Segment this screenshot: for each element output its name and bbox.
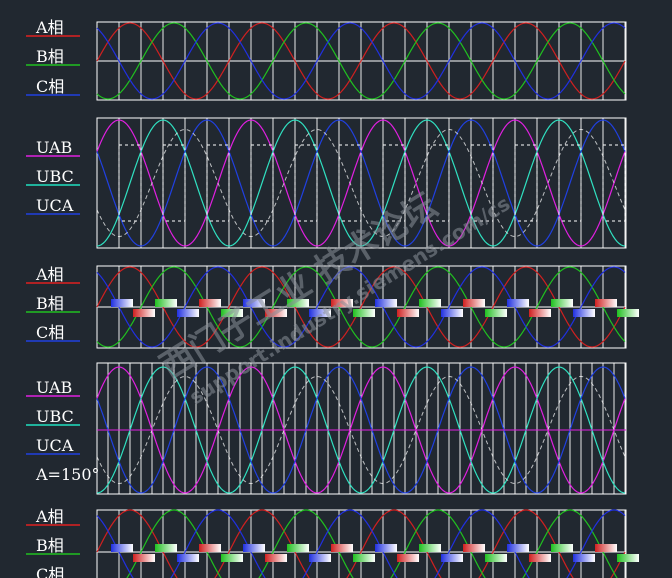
label-phase-3-2: C相	[36, 565, 64, 578]
pulse-block	[441, 309, 463, 317]
pulse-block	[419, 544, 441, 552]
pulse-block	[463, 299, 485, 307]
pulse-block	[595, 299, 617, 307]
pulse-block	[441, 554, 463, 562]
label-phase-1-0: A相	[35, 18, 64, 37]
pulse-block	[331, 544, 353, 552]
label-phase-3-1: B相	[36, 536, 64, 555]
label-line-1-1: UBC	[36, 167, 74, 186]
pulse-block	[551, 544, 573, 552]
label-line-1-0: UAB	[36, 138, 72, 157]
pulse-block	[111, 544, 133, 552]
label-phase-2-1: B相	[36, 294, 64, 313]
watermark-line1: 西门子工业 技术论坛	[154, 185, 445, 387]
label-phase-3-0: A相	[35, 507, 64, 526]
pulse-block	[177, 309, 199, 317]
angle-label: A=150°	[35, 465, 100, 484]
pulse-block	[463, 544, 485, 552]
pulse-block	[507, 299, 529, 307]
label-line-2-1: UBC	[36, 407, 74, 426]
pulse-block	[177, 554, 199, 562]
label-line-1-2: UCA	[36, 196, 74, 215]
pulse-block	[375, 544, 397, 552]
label-phase-1-2: C相	[36, 77, 64, 96]
pulse-block	[287, 544, 309, 552]
pulse-block	[133, 309, 155, 317]
waves-phase-3	[96, 509, 639, 578]
pulse-block	[111, 299, 133, 307]
label-phase-1-1: B相	[36, 47, 64, 66]
pulse-block	[309, 554, 331, 562]
pulse-block	[199, 544, 221, 552]
pulse-block	[133, 554, 155, 562]
pulse-block	[353, 554, 375, 562]
pulse-block	[375, 299, 397, 307]
label-line-2-0: UAB	[36, 378, 72, 397]
pulse-block	[573, 309, 595, 317]
pulse-block	[221, 554, 243, 562]
label-phase-2-0: A相	[35, 265, 64, 284]
pulse-block	[485, 309, 507, 317]
pulse-block	[529, 554, 551, 562]
pulse-block	[617, 309, 639, 317]
pulse-block	[573, 554, 595, 562]
pulse-block	[155, 544, 177, 552]
pulse-block	[485, 554, 507, 562]
pulse-block	[595, 544, 617, 552]
pulse-block	[617, 554, 639, 562]
pulse-block	[155, 299, 177, 307]
pulse-block	[199, 299, 221, 307]
pulse-block	[507, 544, 529, 552]
pulse-block	[265, 554, 287, 562]
waveform-diagram: A相 B相 C相 UAB UBC UCA A相 B相 C相 UAB UBC UCA A=150° A相 B相…	[26, 18, 639, 578]
pulse-block	[551, 299, 573, 307]
pulse-block	[397, 309, 419, 317]
pulse-block	[397, 554, 419, 562]
pulse-block	[243, 544, 265, 552]
pulse-block	[419, 299, 441, 307]
label-phase-2-2: C相	[36, 323, 64, 342]
label-line-2-2: UCA	[36, 436, 74, 455]
pulse-block	[353, 309, 375, 317]
pulse-block	[529, 309, 551, 317]
